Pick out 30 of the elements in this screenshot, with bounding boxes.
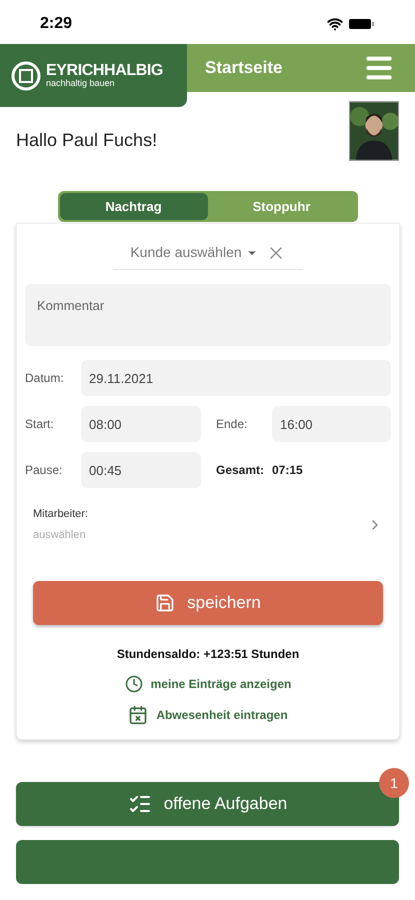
clock-icon — [124, 675, 143, 693]
calendar-icon — [128, 705, 148, 725]
pause-label: Pause: — [25, 462, 64, 479]
tab[interactable]: Nachtrag — [60, 193, 208, 220]
input-field[interactable]: 29.11.2021 — [81, 360, 391, 396]
input-field[interactable]: 16:00 — [272, 406, 391, 442]
date-label: Datum: — [25, 370, 65, 387]
status-time: 2:29 — [40, 14, 72, 34]
input-field[interactable]: 08:00 — [81, 406, 201, 442]
logo-name: EYRICHHALBIG — [46, 63, 163, 79]
start-label: Start: — [25, 416, 55, 433]
page-title: Startseite — [205, 57, 282, 80]
link[interactable]: meine Einträge anzeigen — [124, 675, 292, 693]
comment-field[interactable]: Kommentar — [25, 284, 391, 346]
hours-balance: Stundensaldo: +123:51 Stunden — [116, 646, 300, 663]
badge: 1 — [379, 768, 409, 798]
employees-selector[interactable]: Mitarbeiter: auswählen — [25, 506, 391, 543]
logo-tagline: nachhaltig bauen — [46, 79, 116, 88]
total-value: 07:15 — [272, 462, 303, 479]
save-button[interactable]: speichern — [33, 581, 383, 625]
customer-dropdown[interactable]: Kunde auswählen — [130, 242, 258, 263]
end-label: Ende: — [215, 416, 248, 433]
wifi-icon — [327, 16, 343, 32]
link[interactable]: Abwesenheit eintragen — [128, 705, 288, 725]
greeting: Hallo Paul Fuchs! — [16, 129, 158, 152]
logo-mark-icon — [10, 60, 42, 92]
total-label: Gesamt: — [215, 462, 266, 479]
save-icon — [155, 593, 176, 613]
battery-icon — [349, 18, 375, 30]
input-field[interactable]: 00:45 — [81, 452, 201, 488]
